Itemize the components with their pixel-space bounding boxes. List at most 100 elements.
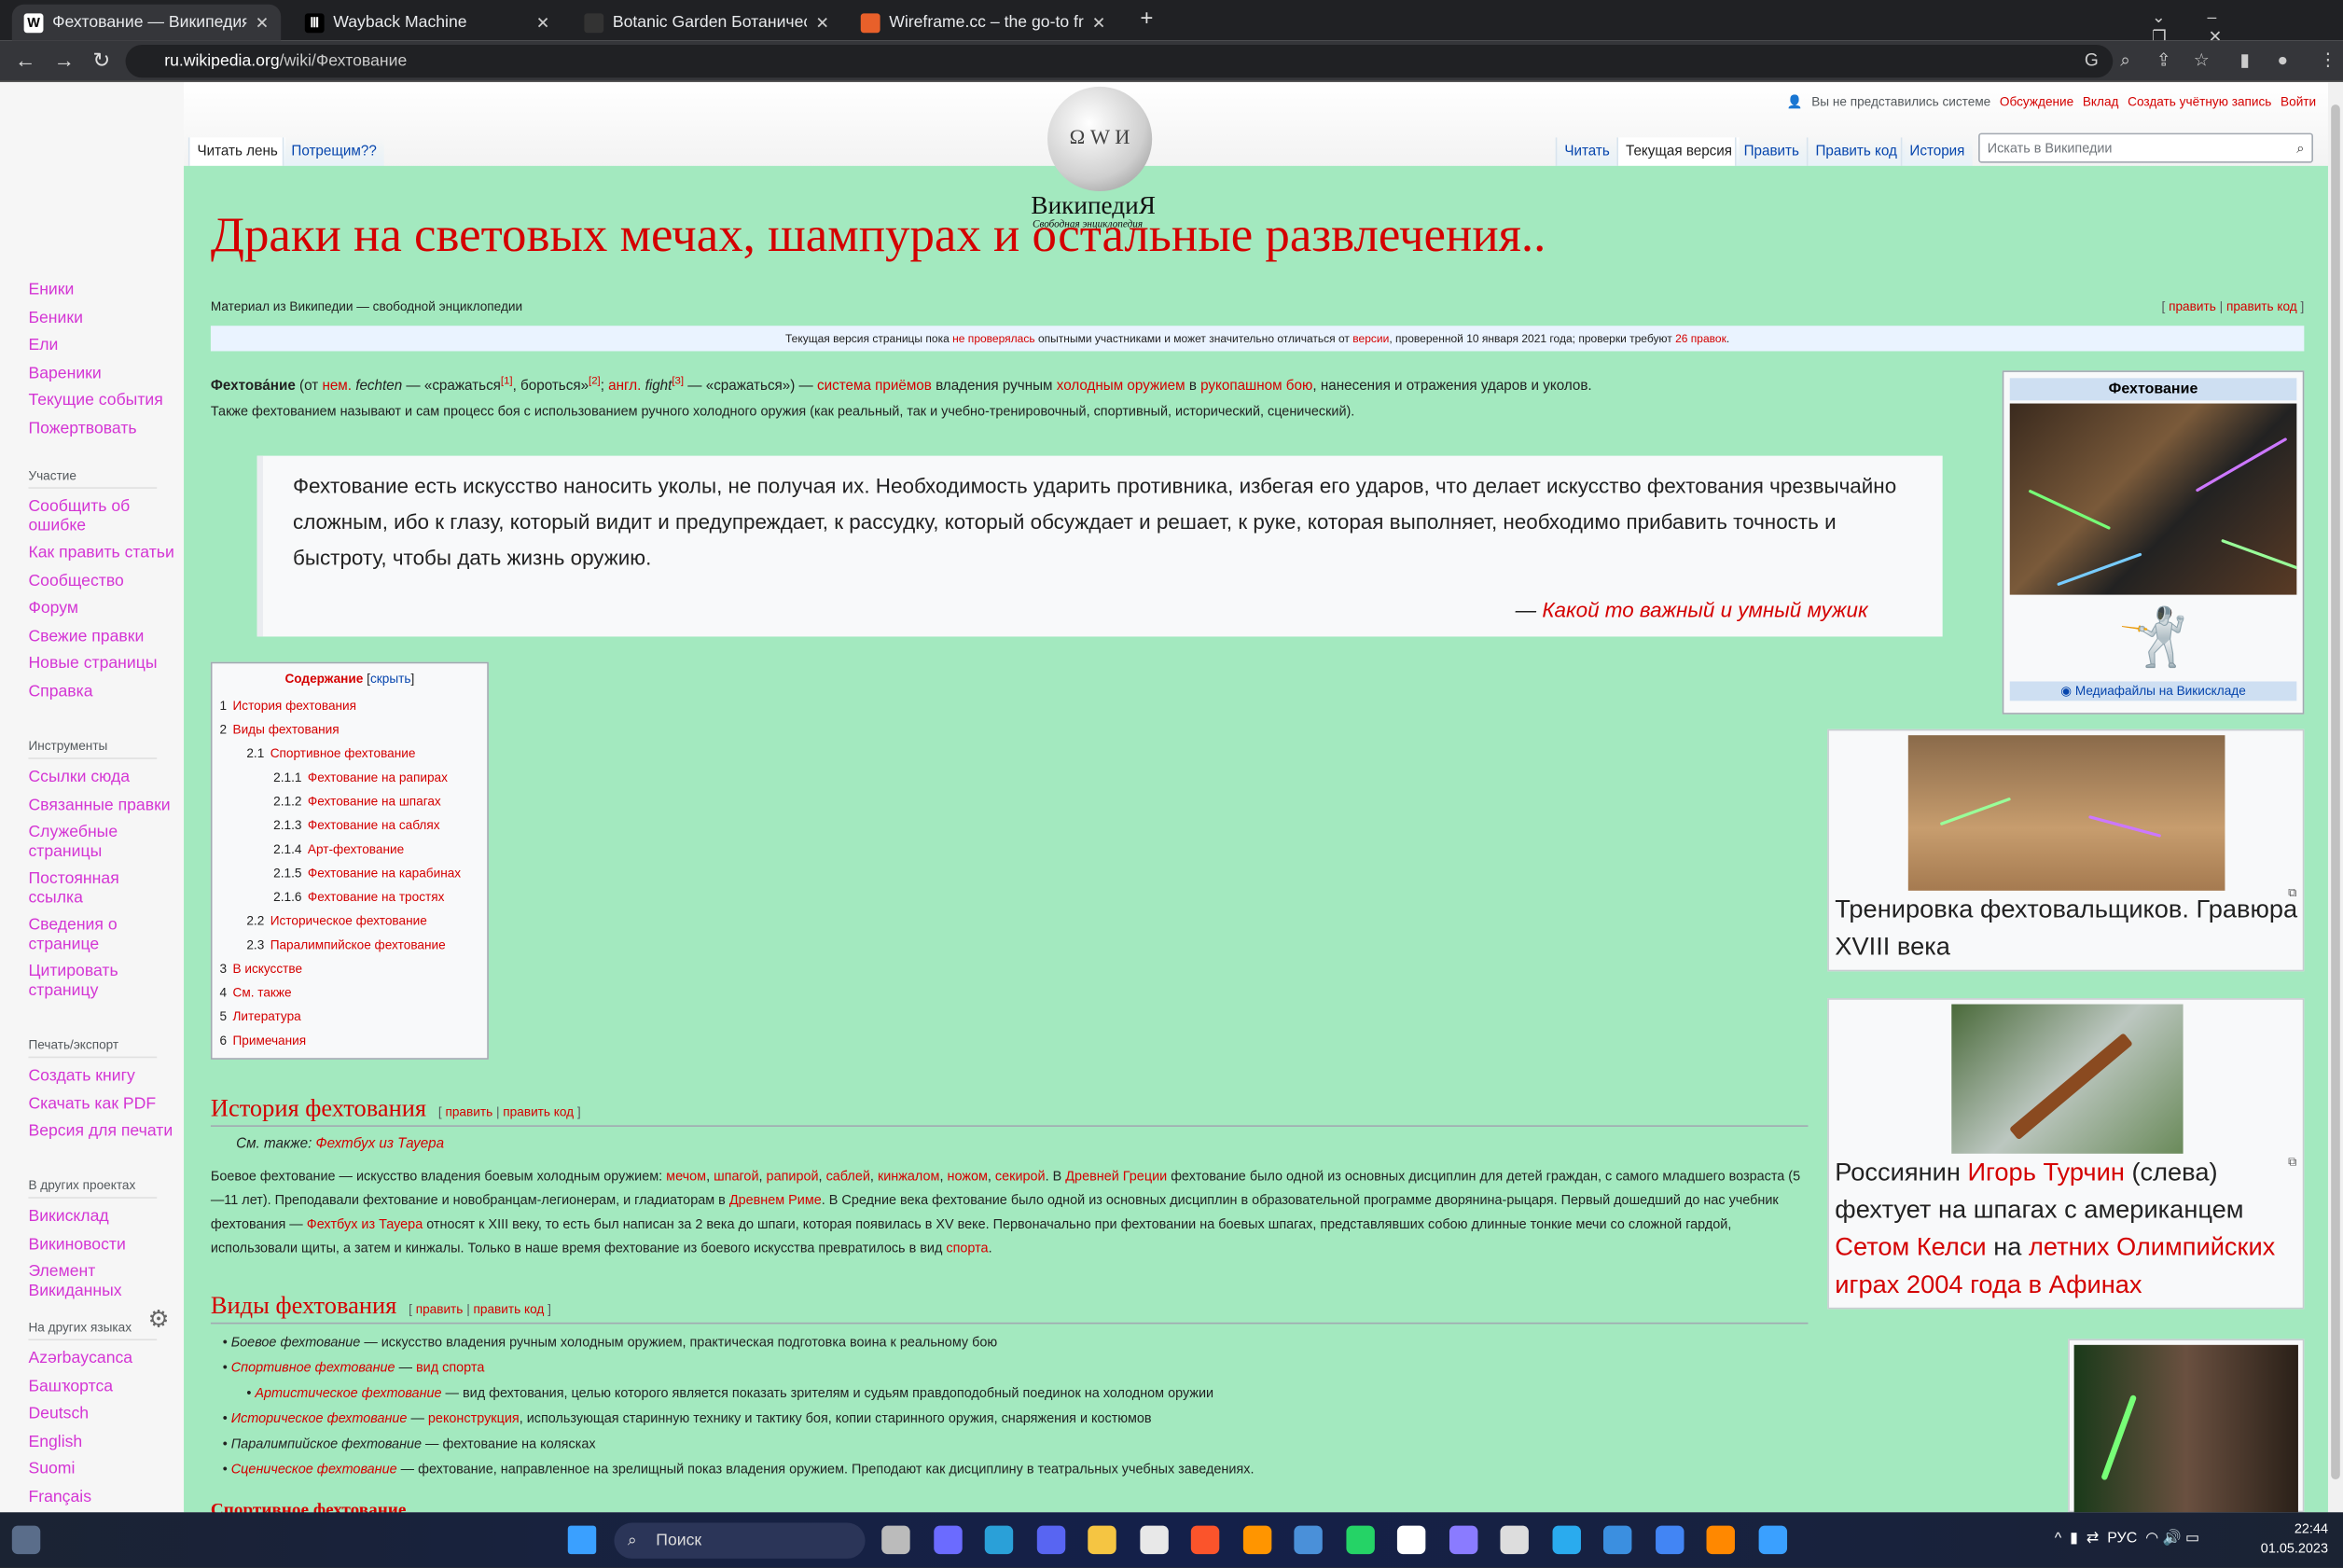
tab-close-icon[interactable]: ✕ xyxy=(256,13,270,32)
profile-icon[interactable]: ● xyxy=(2278,49,2289,70)
sidebar-item[interactable]: Служебные страницы xyxy=(28,824,177,861)
toc-link[interactable]: Фехтование на карабинах xyxy=(308,866,461,881)
language-indicator[interactable]: РУС xyxy=(2107,1530,2137,1547)
new-tab-button[interactable]: + xyxy=(1140,6,1153,31)
article-link[interactable]: Артистическое фехтование xyxy=(255,1385,441,1400)
back-icon[interactable]: ← xyxy=(15,48,35,72)
sidebar-item[interactable]: Сведения о странице xyxy=(28,916,177,953)
taskbar-qbittorrent-icon[interactable] xyxy=(1294,1525,1323,1555)
sidebar-item[interactable]: Еники xyxy=(28,281,177,299)
sidebar-item[interactable]: Сообщить об ошибке xyxy=(28,497,177,534)
article-link[interactable]: Древней Греции xyxy=(1065,1169,1167,1184)
taskbar-telegram-icon[interactable] xyxy=(1551,1525,1581,1555)
sidebar-item[interactable]: Deutsch xyxy=(28,1405,177,1423)
infobox-image[interactable] xyxy=(2009,403,2297,595)
article-link[interactable]: Сетом Келси xyxy=(1835,1233,1986,1261)
toc-hide-link[interactable]: скрыть xyxy=(370,671,410,686)
toc-item[interactable]: 2.1.5 Фехтование на карабинах xyxy=(219,861,479,885)
taskbar-vlc-icon[interactable] xyxy=(1706,1525,1735,1555)
browser-tab[interactable]: Ⅲ Wayback Machine ✕ xyxy=(293,5,561,40)
gear-icon[interactable]: ⚙ xyxy=(148,1305,170,1335)
article-link[interactable]: рапирой xyxy=(767,1169,819,1184)
article-link[interactable]: [2] xyxy=(589,375,601,387)
article-link[interactable]: версии xyxy=(1352,332,1389,345)
taskbar-store-icon[interactable] xyxy=(1139,1525,1168,1555)
sidebar-item[interactable]: Вареники xyxy=(28,364,177,382)
sidebar-item[interactable]: Сообщество xyxy=(28,572,177,590)
toc-item[interactable]: 6 Примечания xyxy=(219,1028,479,1052)
edit-source-link[interactable]: править код xyxy=(2226,298,2297,313)
sidebar-item[interactable]: Ссылки сюда xyxy=(28,768,177,786)
tab-close-icon[interactable]: ✕ xyxy=(1092,13,1106,32)
sidebar-item[interactable]: Викисклад xyxy=(28,1207,177,1226)
article-link[interactable]: рукопашном бою xyxy=(1200,379,1312,395)
sidebar-item[interactable]: Справка xyxy=(28,682,177,701)
taskbar-taskview-icon[interactable] xyxy=(881,1525,910,1555)
types-edit-source-link[interactable]: править код xyxy=(474,1301,545,1316)
toc-item[interactable]: 4 См. также xyxy=(219,980,479,1005)
sidebar-item[interactable]: Текущие события xyxy=(28,392,177,410)
clock-time[interactable]: 22:44 xyxy=(2261,1519,2328,1539)
taskbar-clock-icon[interactable] xyxy=(1500,1525,1529,1555)
article-link[interactable]: реконструкция xyxy=(428,1410,520,1425)
taskbar-feather-icon[interactable] xyxy=(1602,1525,1632,1555)
article-link[interactable]: кинжалом xyxy=(878,1169,940,1184)
sidebar-item[interactable]: Français xyxy=(28,1488,177,1506)
user-link[interactable]: Создать учётную запись xyxy=(2128,94,2271,111)
article-link[interactable]: не проверялась xyxy=(952,332,1034,345)
browser-tab[interactable]: Botanic Garden Ботанический сад ✕ xyxy=(573,5,841,40)
taskbar-search[interactable]: ⌕ Поиск xyxy=(614,1522,866,1559)
article-link[interactable]: Фехтбух из Тауера xyxy=(307,1216,423,1231)
quote-author-link[interactable]: Какой то важный и умный мужик xyxy=(1542,598,1867,622)
article-link[interactable]: холодным оружием xyxy=(1057,379,1185,395)
enlarge-icon[interactable]: ⧉ xyxy=(2288,1155,2296,1170)
toc-link[interactable]: Фехтование на тростях xyxy=(308,889,445,904)
taskbar-start-icon[interactable] xyxy=(567,1525,597,1555)
taskbar-whatsapp-icon[interactable] xyxy=(1345,1525,1375,1555)
taskbar-chrome-icon[interactable] xyxy=(1655,1525,1684,1555)
page-tab[interactable]: Потрещим?? xyxy=(282,137,384,166)
sidepanel-icon[interactable]: ▮ xyxy=(2239,49,2250,70)
article-link[interactable]: вид спорта xyxy=(416,1360,484,1375)
toc-item[interactable]: 2.1 Спортивное фехтование xyxy=(219,742,479,766)
view-tab[interactable]: История xyxy=(1900,137,1973,166)
user-link[interactable]: Войти xyxy=(2281,94,2316,111)
toc-link[interactable]: Историческое фехтование xyxy=(270,913,427,928)
sidebar-item[interactable]: Викиновости xyxy=(28,1235,177,1254)
toc-item[interactable]: 2 Виды фехтования xyxy=(219,717,479,742)
sidebar-item[interactable]: Связанные правки xyxy=(28,796,177,814)
sidebar-item[interactable]: Постоянная ссылка xyxy=(28,869,177,907)
sidebar-item[interactable]: Скачать как PDF xyxy=(28,1094,177,1113)
sidebar-item[interactable]: Свежие правки xyxy=(28,627,177,645)
tray-icons[interactable]: ^ ▮ ⇄ РУС ◠ 🔊 ▭ xyxy=(2055,1529,2199,1548)
clock-date[interactable]: 01.05.2023 xyxy=(2261,1539,2328,1559)
toc-link[interactable]: Паралимпийское фехтование xyxy=(270,937,446,951)
article-link[interactable]: шпагой xyxy=(714,1169,758,1184)
toc-item[interactable]: 2.1.2 Фехтование на шпагах xyxy=(219,789,479,813)
article-link[interactable]: Древнем Риме xyxy=(729,1192,822,1207)
tab-close-icon[interactable]: ✕ xyxy=(536,13,550,32)
sidebar-item[interactable]: Пожертвовать xyxy=(28,419,177,437)
toc-link[interactable]: Фехтование на саблях xyxy=(308,817,440,832)
article-link[interactable]: нем. xyxy=(322,379,352,395)
edit-link[interactable]: править xyxy=(2169,298,2216,313)
view-tab[interactable]: Править код xyxy=(1806,137,1905,166)
taskbar-widgets-icon[interactable] xyxy=(11,1525,41,1555)
menu-icon[interactable]: ⋮ xyxy=(2319,49,2336,70)
article-link[interactable]: мечом xyxy=(666,1169,706,1184)
taskbar-firefox-icon[interactable] xyxy=(1242,1525,1271,1555)
toc-link[interactable]: История фехтования xyxy=(232,698,356,713)
user-link[interactable]: Вклад xyxy=(2083,94,2119,111)
article-link[interactable]: Фехтбух из Тауера xyxy=(316,1136,445,1153)
search-input[interactable]: Искать в Википедии ⌕ xyxy=(1978,132,2313,163)
sidebar-item[interactable]: Версия для печати xyxy=(28,1122,177,1141)
taskbar-brave-icon[interactable] xyxy=(1190,1525,1220,1555)
taskbar-app-icon[interactable] xyxy=(1757,1525,1787,1555)
sidebar-item[interactable]: Suomi xyxy=(28,1460,177,1478)
sidebar-item[interactable]: English xyxy=(28,1433,177,1451)
article-link[interactable]: Историческое фехтование xyxy=(231,1410,408,1425)
article-link[interactable]: [1] xyxy=(501,375,513,387)
article-link[interactable]: саблей xyxy=(826,1169,870,1184)
taskbar-meet-icon[interactable] xyxy=(933,1525,962,1555)
sidebar-item[interactable]: Создать книгу xyxy=(28,1067,177,1086)
